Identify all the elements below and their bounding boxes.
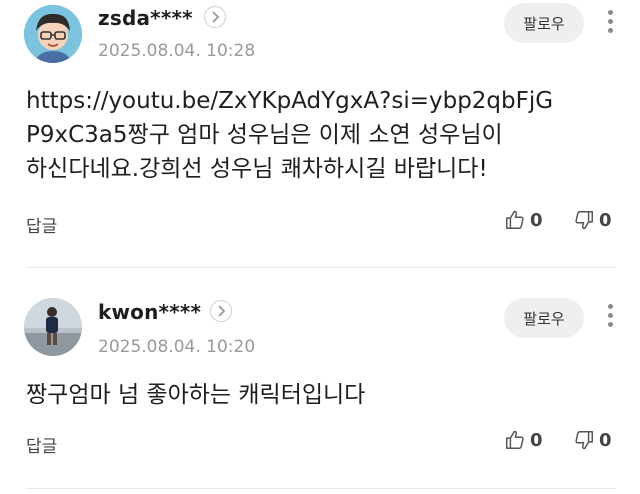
chevron-right-icon [218, 305, 226, 317]
divider [26, 488, 616, 489]
follow-button[interactable]: 팔로우 [504, 298, 584, 338]
comment-text-line: 하신다네요.강희선 성우님 쾌차하시길 바랍니다! [26, 156, 488, 182]
chevron-right-icon [212, 11, 220, 23]
avatar[interactable] [24, 5, 82, 63]
like-count: 0 [530, 209, 543, 231]
dislike-button[interactable]: 0 [573, 429, 612, 451]
comment-text: https://youtu.be/ZxYKpAdYgxA?si=ybp2qbFj… [26, 84, 616, 186]
like-button[interactable]: 0 [504, 209, 543, 231]
comment-text-line: 짱구엄마 넘 좋아하는 캐릭터입니다 [26, 382, 366, 408]
profile-chevron-button[interactable] [204, 6, 226, 28]
comment-item: kwon**** 2025.08.04. 10:20 팔로우 짱구엄마 넘 좋아… [0, 268, 640, 494]
thumbs-up-icon [506, 210, 524, 229]
dislike-count: 0 [599, 429, 612, 451]
thumbs-down-icon [575, 431, 593, 450]
dislike-button[interactable]: 0 [573, 209, 612, 231]
thumbs-up-icon [506, 430, 524, 449]
comment-date: 2025.08.04. 10:20 [98, 337, 256, 357]
reply-button[interactable]: 답글 [26, 212, 57, 237]
comment-date: 2025.08.04. 10:28 [98, 41, 256, 61]
profile-chevron-button[interactable] [210, 300, 232, 322]
thumbs-down-icon [575, 211, 593, 230]
username[interactable]: zsda**** [98, 6, 193, 30]
like-count: 0 [530, 429, 543, 451]
follow-button[interactable]: 팔로우 [504, 3, 584, 43]
more-vertical-icon[interactable] [606, 304, 614, 330]
comment-item: zsda**** 2025.08.04. 10:28 팔로우 https://y… [0, 0, 640, 268]
dislike-count: 0 [599, 209, 612, 231]
username[interactable]: kwon**** [98, 300, 201, 324]
avatar[interactable] [24, 298, 82, 356]
comment-text-line: P9xC3a5짱구 엄마 성우님은 이제 소연 성우님이 [26, 122, 503, 148]
more-vertical-icon[interactable] [606, 10, 614, 36]
reply-button[interactable]: 답글 [26, 432, 57, 457]
comment-text: 짱구엄마 넘 좋아하는 캐릭터입니다 [26, 378, 616, 412]
like-button[interactable]: 0 [504, 429, 543, 451]
comment-text-line: https://youtu.be/ZxYKpAdYgxA?si=ybp2qbFj… [26, 88, 554, 114]
